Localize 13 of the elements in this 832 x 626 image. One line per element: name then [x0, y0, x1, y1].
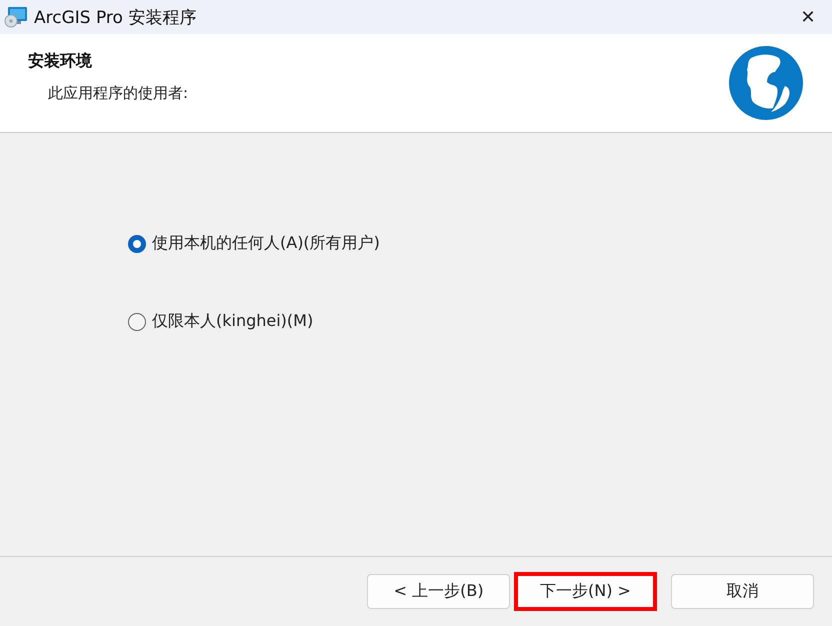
close-button[interactable]: ✕: [784, 0, 832, 34]
dialog-button[interactable]: < 上一步(B): [367, 574, 510, 609]
globe-icon: [727, 44, 805, 122]
radio-button[interactable]: [128, 312, 146, 330]
window-title: ArcGIS Pro 安装程序: [34, 6, 196, 28]
dialog-button[interactable]: 取消: [670, 574, 814, 609]
section-subtitle: 此应用程序的使用者:: [47, 84, 188, 103]
dialog-button[interactable]: 下一步(N) >: [514, 572, 657, 611]
radio-button[interactable]: [128, 234, 146, 252]
radio-option[interactable]: 使用本机的任何人(A)(所有用户): [128, 233, 380, 254]
section-title: 安装环境: [28, 51, 93, 72]
installer-icon: [4, 6, 28, 28]
radio-option[interactable]: 仅限本人(kinghei)(M): [128, 311, 314, 332]
